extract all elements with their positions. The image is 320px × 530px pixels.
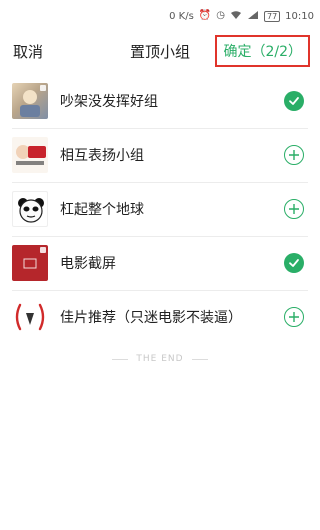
add-icon[interactable] — [284, 307, 304, 327]
wifi-icon — [230, 10, 242, 23]
group-row[interactable]: 佳片推荐（只迷电影不装逼） — [0, 290, 320, 344]
group-avatar — [12, 245, 48, 281]
network-speed: 0 K/s — [169, 10, 194, 22]
cancel-button[interactable]: 取消 — [13, 41, 43, 62]
group-name: 佳片推荐（只迷电影不装逼） — [60, 310, 242, 326]
checked-icon[interactable] — [284, 91, 304, 111]
group-name: 相互表扬小组 — [60, 148, 144, 164]
group-avatar — [12, 299, 48, 335]
group-avatar — [12, 191, 48, 227]
battery-icon: 77 — [263, 10, 281, 22]
end-text: THE END — [136, 354, 184, 364]
signal-icon — [247, 10, 259, 23]
group-name: 电影截屏 — [60, 256, 116, 272]
group-avatar — [12, 83, 48, 119]
group-name: 杠起整个地球 — [60, 202, 144, 218]
add-icon[interactable] — [284, 199, 304, 219]
add-icon[interactable] — [284, 145, 304, 165]
status-time: 10:10 — [285, 10, 314, 22]
group-name: 吵架没发挥好组 — [60, 94, 158, 110]
group-row[interactable]: 电影截屏 — [0, 236, 320, 290]
top-bar: 取消 置顶小组 确定（2/2） — [0, 32, 320, 70]
group-row[interactable]: 杠起整个地球 — [0, 182, 320, 236]
end-divider-left — [112, 358, 129, 360]
checked-icon[interactable] — [284, 253, 304, 273]
group-row[interactable]: 吵架没发挥好组 — [0, 74, 320, 128]
clock-icon: ◷ — [216, 10, 225, 21]
group-row[interactable]: 相互表扬小组 — [0, 128, 320, 182]
end-divider-right — [191, 358, 208, 360]
list-end-marker: THE END — [0, 354, 320, 364]
alarm-icon: ⏰ — [198, 10, 212, 21]
group-list: 吵架没发挥好组 相互表扬小组 杠起整个地球 电影截屏 佳片推荐（只迷电影不装逼） — [0, 74, 320, 344]
group-avatar — [12, 137, 48, 173]
confirm-button[interactable]: 确定（2/2） — [215, 35, 310, 67]
status-bar: 0 K/s ⏰ ◷ 77 10:10 — [0, 0, 320, 32]
